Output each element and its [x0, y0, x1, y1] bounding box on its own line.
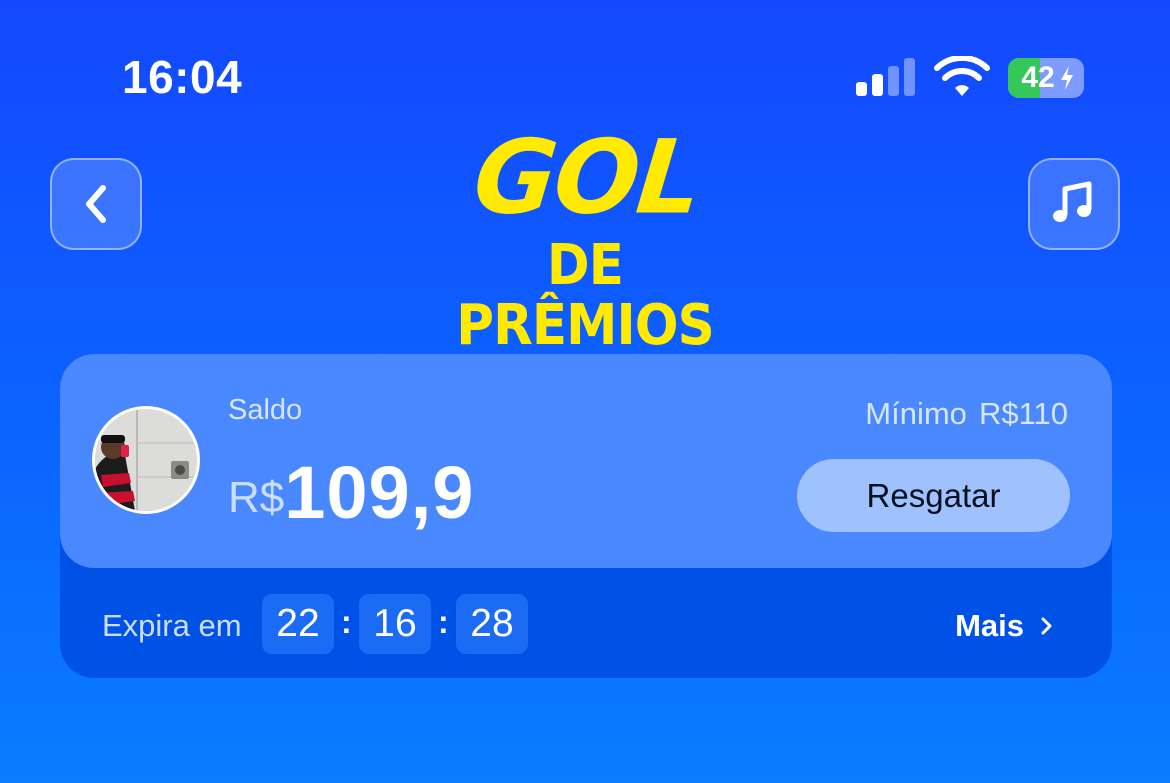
avatar-photo	[95, 409, 197, 511]
timer-hours: 22	[262, 594, 334, 654]
chevron-left-icon	[86, 185, 106, 223]
balance-card: Saldo R$109,9 Mínimo R$110 Resgatar Expir…	[60, 354, 1112, 678]
back-button[interactable]	[50, 158, 142, 250]
balance-label: Saldo	[228, 394, 303, 426]
avatar[interactable]	[92, 406, 200, 514]
timer-separator: :	[438, 604, 449, 640]
redeem-button[interactable]: Resgatar	[797, 459, 1070, 532]
gol-de-premios-logo: GOL DE PRÊMIOS	[420, 117, 750, 356]
timer-seconds: 28	[456, 594, 528, 654]
wifi-icon	[934, 56, 990, 96]
cellular-signal-icon	[856, 58, 916, 96]
minimum-label: Mínimo	[865, 396, 967, 431]
balance-currency: R$	[228, 473, 285, 522]
expires-label: Expira em	[102, 608, 242, 643]
minimum-withdrawal: Mínimo R$110	[865, 396, 1068, 432]
minimum-value: R$110	[978, 396, 1068, 431]
more-link[interactable]: Mais	[955, 608, 1024, 644]
battery-level: 42	[1021, 61, 1055, 94]
logo-line1: GOL	[468, 117, 706, 238]
balance-value: 109,9	[284, 451, 475, 534]
timer-minutes: 16	[359, 594, 431, 654]
battery-icon: 42	[1008, 58, 1084, 98]
logo-line2: DE PRÊMIOS	[456, 233, 714, 358]
chevron-right-icon[interactable]	[1040, 616, 1054, 636]
balance-amount: R$109,9	[228, 450, 474, 535]
balance-card-top: Saldo R$109,9 Mínimo R$110 Resgatar	[60, 354, 1112, 568]
music-button[interactable]	[1028, 158, 1120, 250]
timer-separator: :	[341, 604, 352, 640]
charging-bolt-icon	[1061, 66, 1073, 90]
music-note-icon	[1053, 181, 1092, 222]
status-time: 16:04	[122, 51, 243, 103]
